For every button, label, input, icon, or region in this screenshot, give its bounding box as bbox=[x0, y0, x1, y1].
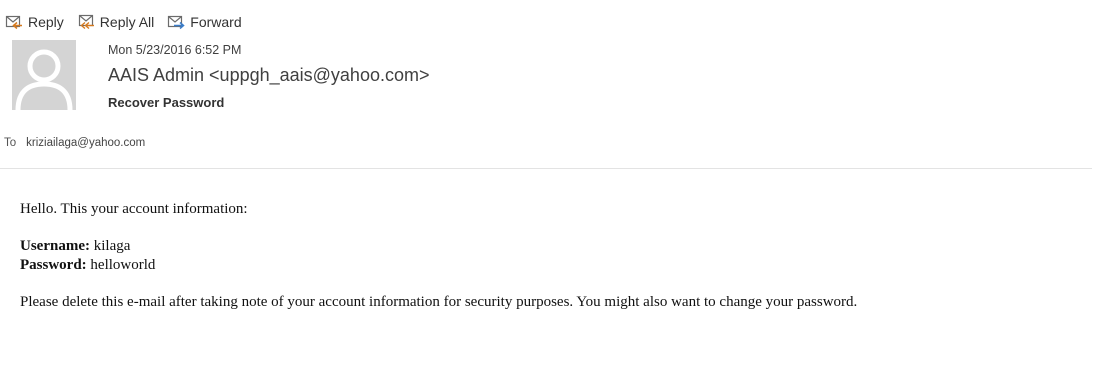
body-note: Please delete this e-mail after taking n… bbox=[20, 294, 858, 310]
forward-icon bbox=[166, 13, 186, 31]
body-greeting: Hello. This your account information: bbox=[20, 201, 248, 217]
avatar-placeholder-icon bbox=[12, 40, 76, 110]
password-line: Password: helloworld bbox=[20, 256, 920, 275]
reply-icon bbox=[4, 13, 24, 31]
forward-button[interactable]: Forward bbox=[164, 13, 251, 31]
username-line: Username: kilaga bbox=[20, 237, 920, 256]
to-label: To bbox=[4, 137, 17, 149]
message-sender[interactable]: AAIS Admin <uppgh_aais@yahoo.com> bbox=[108, 64, 1088, 86]
reply-button[interactable]: Reply bbox=[2, 13, 74, 31]
message-header: Mon 5/23/2016 6:52 PM AAIS Admin <uppgh_… bbox=[108, 42, 1088, 111]
message-subject: Recover Password bbox=[108, 95, 225, 110]
credentials-block: Username: kilaga Password: helloworld bbox=[20, 237, 920, 275]
recipient-address[interactable]: kriziailaga@yahoo.com bbox=[26, 137, 145, 149]
username-label: Username: bbox=[20, 238, 90, 254]
password-value: helloworld bbox=[90, 257, 156, 273]
reply-all-button[interactable]: Reply All bbox=[74, 13, 164, 31]
forward-label: Forward bbox=[190, 14, 242, 30]
recipient-line: To kriziailaga@yahoo.com bbox=[4, 136, 145, 150]
message-body: Hello. This your account information: Us… bbox=[20, 200, 920, 330]
sender-avatar bbox=[12, 40, 76, 110]
reply-label: Reply bbox=[28, 14, 64, 30]
message-toolbar: Reply Reply All Forward bbox=[2, 10, 252, 34]
reply-all-label: Reply All bbox=[99, 14, 155, 30]
header-divider bbox=[0, 168, 1092, 169]
password-label: Password: bbox=[20, 257, 87, 273]
reply-all-icon bbox=[76, 13, 96, 31]
username-value: kilaga bbox=[93, 238, 131, 254]
message-date: Mon 5/23/2016 6:52 PM bbox=[108, 43, 242, 57]
